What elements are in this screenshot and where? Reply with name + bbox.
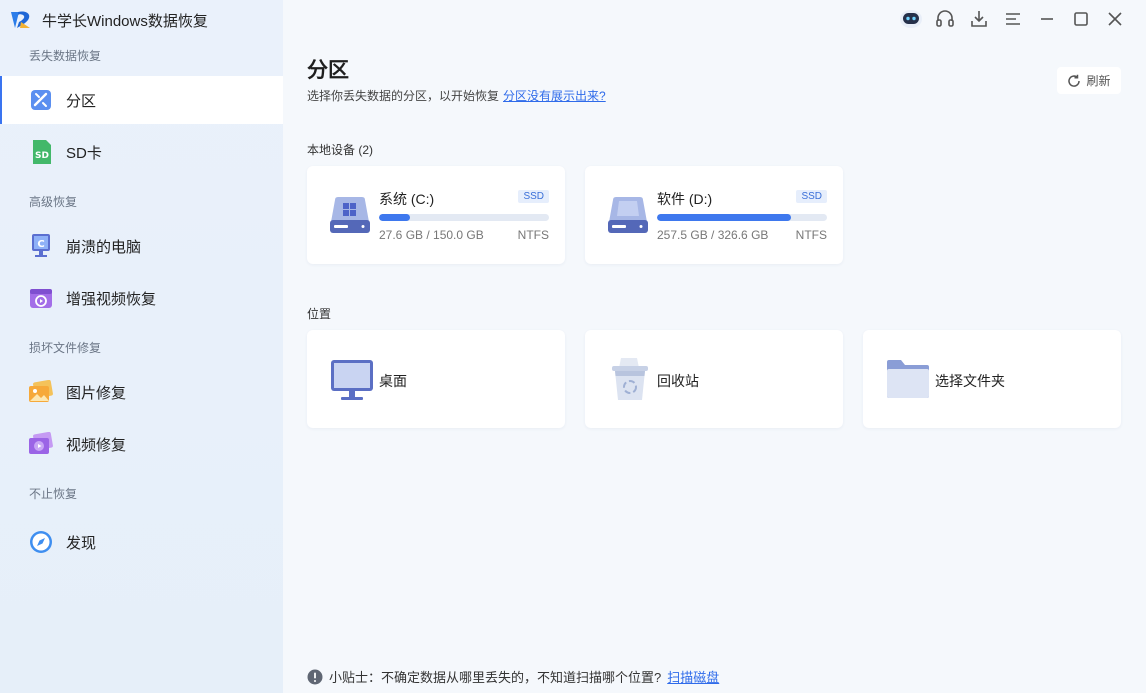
drive-usage-fill [379,214,411,221]
refresh-button[interactable]: 刷新 [1057,67,1121,94]
page-title: 分区 [307,59,349,82]
sidebar: 牛学长Windows数据恢复 丢失数据恢复 分区 SD SD卡 高级恢复 C 崩… [0,0,283,693]
compass-icon [28,529,54,555]
sidebar-item-label: SD卡 [66,144,102,162]
sidebar-item-label: 发现 [66,534,97,552]
tip-bar: 小贴士：不确定数据从哪里丢失的，不知道扫描哪个位置? 扫描磁盘 [307,667,719,686]
headset-icon [936,10,954,27]
drive-size: 27.6 GB / 150.0 GB [379,228,484,242]
refresh-icon [1068,74,1081,87]
photo-repair-icon [28,379,54,405]
maximize-icon [1074,12,1088,26]
drive-usage-bar [379,214,549,221]
windows-drive-icon [330,197,370,233]
app-logo-icon [11,11,30,29]
drive-card-c[interactable]: 系统 (C:) SSD 27.6 GB / 150.0 GB NTFS [307,166,565,264]
window-toolbar [894,6,1132,32]
local-devices-heading: 本地设备 (2) [307,143,374,157]
sidebar-item-photo-repair[interactable]: 图片修复 [0,368,283,416]
info-icon [307,669,323,684]
scan-disk-link[interactable]: 扫描磁盘 [667,667,719,686]
minimize-button[interactable] [1030,6,1064,32]
location-recycle-bin[interactable]: 回收站 [585,330,843,428]
page-subtitle: 选择你丢失数据的分区，以开始恢复 分区没有展示出来? [307,87,606,104]
drive-size: 257.5 GB / 326.6 GB [657,228,769,242]
video-repair-icon [28,431,54,457]
drive-filesystem: NTFS [517,228,549,242]
assistant-bot-button[interactable] [894,6,928,32]
recycle-bin-icon [612,358,648,400]
download-button[interactable] [962,6,996,32]
sidebar-item-partition[interactable]: 分区 [0,76,283,124]
robot-icon [900,10,922,28]
sd-card-icon: SD [28,139,54,165]
svg-text:C: C [37,239,44,250]
drive-usage-fill [657,214,791,221]
drive-card-d[interactable]: 软件 (D:) SSD 257.5 GB / 326.6 GB NTFS [585,166,843,264]
main-panel: 分区 选择你丢失数据的分区，以开始恢复 分区没有展示出来? 刷新 本地设备 (2)… [283,0,1146,693]
location-desktop[interactable]: 桌面 [307,330,565,428]
sidebar-item-label: 增强视频恢复 [66,290,157,308]
sidebar-item-label: 分区 [66,92,97,110]
app-title-text: 牛学长Windows数据恢复 [42,12,208,30]
drive-usage-bar [657,214,827,221]
location-label: 选择文件夹 [935,373,1005,389]
location-label: 桌面 [379,373,407,389]
locations-heading: 位置 [307,307,332,321]
group-label-advanced: 高级恢复 [29,195,78,209]
group-label-repair: 损坏文件修复 [29,341,102,355]
crashed-pc-icon: C [28,233,54,259]
drive-type-badge: SSD [796,190,827,203]
drive-name: 软件 (D:) [657,191,713,207]
partition-icon [28,87,54,113]
tip-text: 小贴士：不确定数据从哪里丢失的，不知道扫描哪个位置? [329,670,662,685]
close-button[interactable] [1098,6,1132,32]
svg-text:SD: SD [35,151,49,161]
support-button[interactable] [928,6,962,32]
menu-icon [1006,13,1020,25]
refresh-label: 刷新 [1086,74,1111,88]
sidebar-item-crashed-pc[interactable]: C 崩溃的电脑 [0,222,283,270]
location-choose-folder[interactable]: 选择文件夹 [863,330,1121,428]
drive-type-badge: SSD [518,190,549,203]
download-icon [971,11,987,27]
group-label-lost-data: 丢失数据恢复 [29,49,102,63]
drive-icon [608,197,648,233]
sidebar-item-video-repair[interactable]: 视频修复 [0,420,283,468]
sidebar-item-label: 图片修复 [66,384,127,402]
group-label-more: 不止恢复 [29,487,78,501]
desktop-icon [331,360,373,400]
close-icon [1108,12,1122,26]
menu-button[interactable] [996,6,1030,32]
video-recovery-icon [28,285,54,311]
sidebar-item-sd-card[interactable]: SD SD卡 [0,128,283,176]
app-title: 牛学长Windows数据恢复 [8,8,208,32]
sidebar-item-label: 崩溃的电脑 [66,238,142,256]
maximize-button[interactable] [1064,6,1098,32]
sidebar-item-discover[interactable]: 发现 [0,518,283,566]
location-label: 回收站 [657,373,699,389]
folder-icon [887,360,929,398]
drive-filesystem: NTFS [795,228,827,242]
partition-missing-link[interactable]: 分区没有展示出来? [503,89,606,103]
subtitle-text: 选择你丢失数据的分区，以开始恢复 [307,89,500,103]
sidebar-item-video-recovery[interactable]: 增强视频恢复 [0,274,283,322]
sidebar-item-label: 视频修复 [66,436,127,454]
minimize-icon [1041,18,1053,20]
drive-name: 系统 (C:) [379,191,435,207]
